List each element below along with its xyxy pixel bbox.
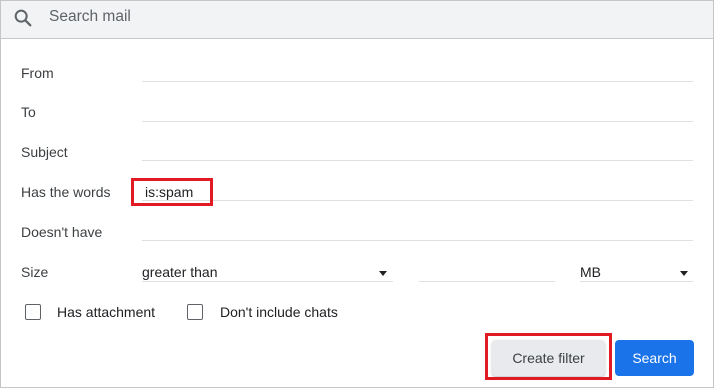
chevron-down-icon [379, 271, 387, 276]
search-placeholder[interactable]: Search mail [49, 8, 131, 26]
search-bar[interactable]: Search mail [1, 1, 713, 39]
create-filter-highlight [485, 333, 612, 380]
dont-include-chats-label[interactable]: Don't include chats [220, 304, 338, 320]
has-words-label: Has the words [21, 184, 111, 200]
size-comparator-value: greater than [142, 264, 218, 280]
from-label: From [21, 65, 54, 81]
size-label: Size [21, 264, 49, 280]
to-label: To [21, 104, 36, 120]
to-field[interactable] [142, 121, 693, 122]
search-icon[interactable] [12, 7, 34, 29]
has-attachment-checkbox[interactable] [25, 304, 41, 320]
dont-include-chats-checkbox[interactable] [187, 304, 203, 320]
doesnt-have-field[interactable] [142, 240, 693, 241]
has-words-highlight [131, 178, 213, 206]
search-button[interactable]: Search [615, 340, 694, 376]
has-words-field[interactable] [142, 200, 693, 201]
search-options-panel: Search mail From To Subject Has the word… [0, 0, 714, 388]
from-field[interactable] [142, 81, 693, 82]
subject-field[interactable] [142, 160, 693, 161]
size-comparator-underline [142, 281, 393, 282]
size-unit-value: MB [580, 264, 601, 280]
size-unit-underline [580, 281, 693, 282]
size-amount-field[interactable] [419, 281, 555, 282]
doesnt-have-label: Doesn't have [21, 224, 103, 240]
subject-label: Subject [21, 144, 68, 160]
chevron-down-icon [680, 271, 688, 276]
has-attachment-label[interactable]: Has attachment [57, 304, 155, 320]
